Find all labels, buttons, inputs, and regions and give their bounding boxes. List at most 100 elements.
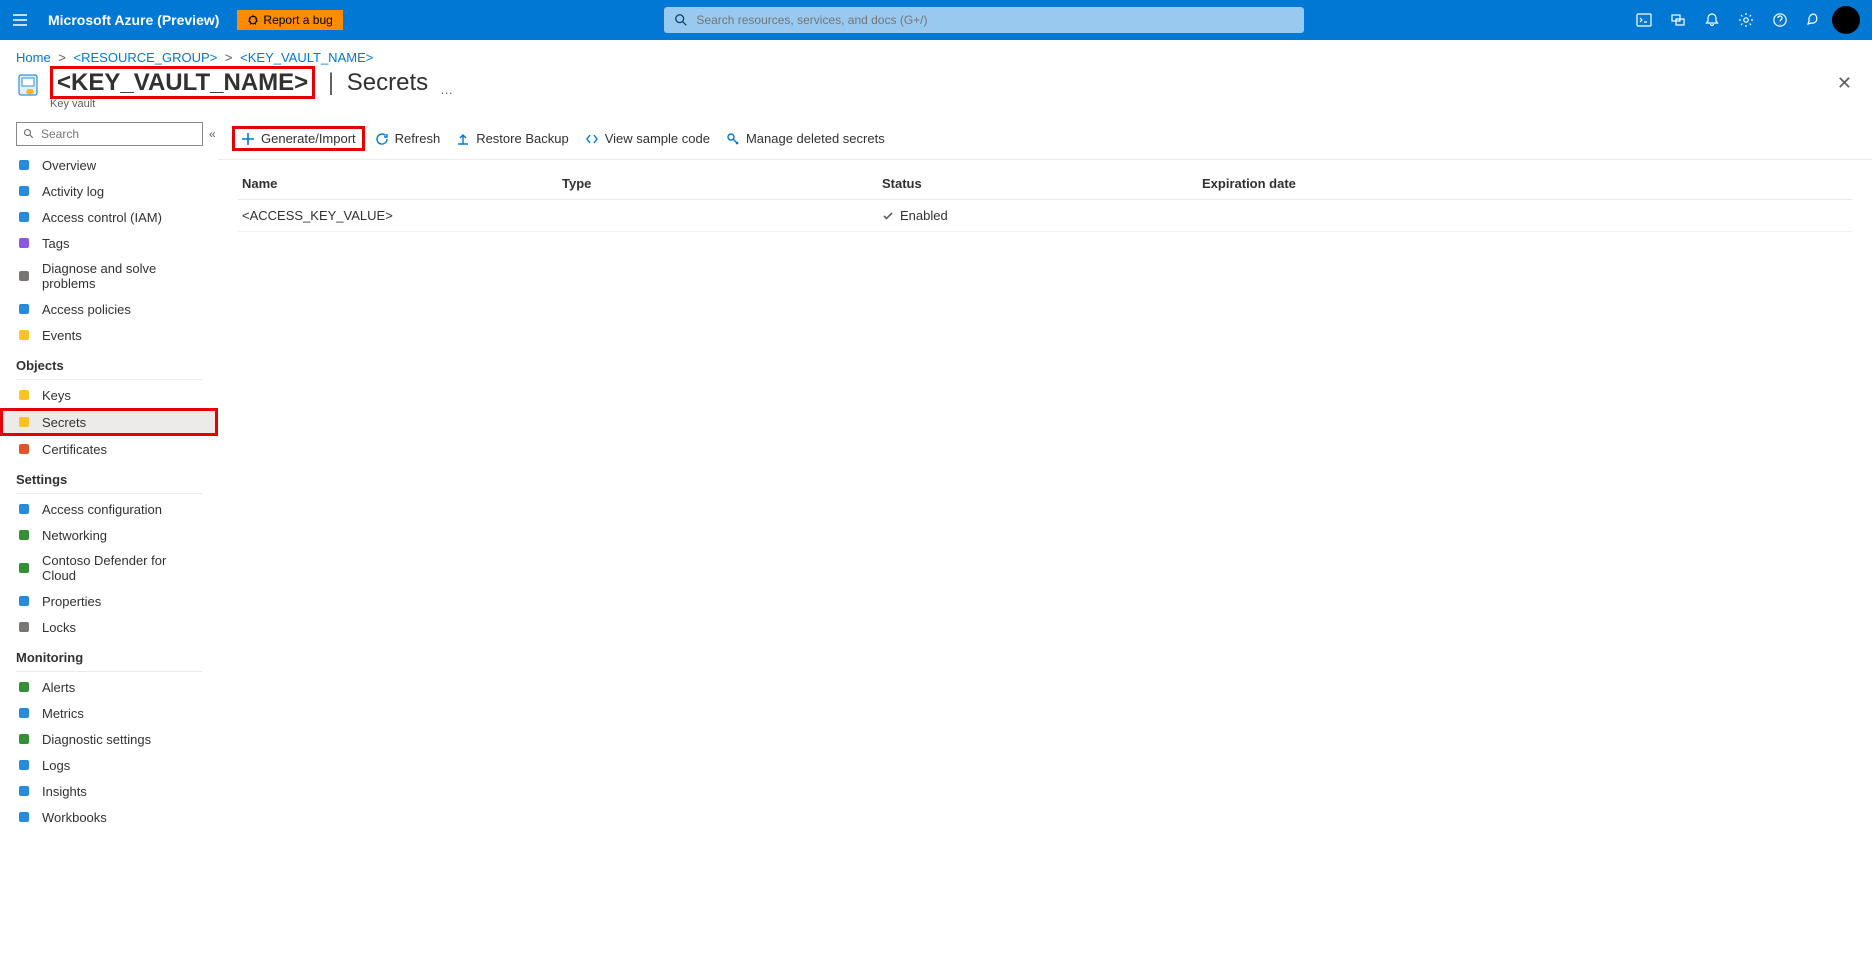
table-header: Name Type Status Expiration date xyxy=(238,168,1852,200)
breadcrumb: Home > <RESOURCE_GROUP> > <KEY_VAULT_NAM… xyxy=(0,40,1872,69)
report-bug-button[interactable]: Report a bug xyxy=(237,10,342,30)
sidebar-item-label: Access configuration xyxy=(42,502,162,517)
breadcrumb-sep: > xyxy=(225,50,233,65)
sidebar-item-label: Activity log xyxy=(42,184,104,199)
sidebar-item-access-configuration[interactable]: Access configuration xyxy=(0,496,218,522)
sidebar-item-label: Insights xyxy=(42,784,87,799)
sidebar-item-access-control-iam-[interactable]: Access control (IAM) xyxy=(0,204,218,230)
sidebar-item-logs[interactable]: Logs xyxy=(0,752,218,778)
settings-icon[interactable] xyxy=(1738,12,1754,28)
brand-label[interactable]: Microsoft Azure (Preview) xyxy=(48,12,219,28)
sidebar-item-events[interactable]: Events xyxy=(0,322,218,348)
sidebar-item-overview[interactable]: Overview xyxy=(0,152,218,178)
close-blade-icon[interactable]: ✕ xyxy=(1833,69,1856,98)
sidebar-item-secrets[interactable]: Secrets xyxy=(0,408,218,436)
command-bar: Generate/Import Refresh Restore Backup V… xyxy=(218,118,1872,160)
page-title-row: <KEY_VAULT_NAME> | Secrets Key vault … ✕ xyxy=(0,69,1872,118)
sidebar-item-insights[interactable]: Insights xyxy=(0,778,218,804)
breadcrumb-key-vault[interactable]: <KEY_VAULT_NAME> xyxy=(240,50,373,65)
hamburger-icon[interactable] xyxy=(12,12,32,28)
header-icon-tray xyxy=(1636,12,1822,28)
global-search-input[interactable] xyxy=(696,13,1294,27)
breadcrumb-resource-group[interactable]: <RESOURCE_GROUP> xyxy=(74,50,218,65)
overview-icon xyxy=(16,157,32,173)
sidebar-search[interactable] xyxy=(16,122,203,146)
diag-settings-icon xyxy=(16,731,32,747)
page-title-section: Secrets xyxy=(347,69,428,96)
properties-icon xyxy=(16,593,32,609)
sidebar-item-access-policies[interactable]: Access policies xyxy=(0,296,218,322)
sidebar-item-label: Events xyxy=(42,328,82,343)
search-icon xyxy=(23,128,35,140)
logs-icon xyxy=(16,757,32,773)
refresh-button[interactable]: Refresh xyxy=(375,131,441,146)
cell-status-label: Enabled xyxy=(900,208,948,223)
table-row[interactable]: <ACCESS_KEY_VALUE>Enabled xyxy=(238,200,1852,232)
col-header-name[interactable]: Name xyxy=(242,176,562,191)
sidebar-item-label: Access policies xyxy=(42,302,131,317)
col-header-type[interactable]: Type xyxy=(562,176,882,191)
sidebar-item-tags[interactable]: Tags xyxy=(0,230,218,256)
cell-status: Enabled xyxy=(882,208,1202,223)
report-bug-label: Report a bug xyxy=(263,13,332,27)
restore-backup-button[interactable]: Restore Backup xyxy=(456,131,569,146)
sidebar-item-certificates[interactable]: Certificates xyxy=(0,436,218,462)
title-more-icon[interactable]: … xyxy=(440,82,453,97)
cloud-shell-icon[interactable] xyxy=(1636,12,1652,28)
sidebar-item-label: Diagnose and solve problems xyxy=(42,261,202,291)
sidebar-item-contoso-defender-for-cloud[interactable]: Contoso Defender for Cloud xyxy=(0,548,218,588)
sidebar-search-input[interactable] xyxy=(41,127,196,141)
insights-icon xyxy=(16,783,32,799)
main-panel: Generate/Import Refresh Restore Backup V… xyxy=(218,118,1872,977)
restore-backup-label: Restore Backup xyxy=(476,131,569,146)
certificates-icon xyxy=(16,441,32,457)
sidebar-item-metrics[interactable]: Metrics xyxy=(0,700,218,726)
breadcrumb-home[interactable]: Home xyxy=(16,50,51,65)
manage-deleted-secrets-label: Manage deleted secrets xyxy=(746,131,885,146)
workbooks-icon xyxy=(16,809,32,825)
sidebar-item-properties[interactable]: Properties xyxy=(0,588,218,614)
sidebar-item-diagnostic-settings[interactable]: Diagnostic settings xyxy=(0,726,218,752)
sidebar-item-networking[interactable]: Networking xyxy=(0,522,218,548)
metrics-icon xyxy=(16,705,32,721)
key-icon xyxy=(726,132,740,146)
page-title: <KEY_VAULT_NAME> | Secrets xyxy=(50,69,428,97)
iam-icon xyxy=(16,209,32,225)
notifications-icon[interactable] xyxy=(1704,12,1720,28)
sidebar-item-label: Tags xyxy=(42,236,69,251)
global-search[interactable] xyxy=(664,7,1304,33)
view-sample-code-button[interactable]: View sample code xyxy=(585,131,710,146)
networking-icon xyxy=(16,527,32,543)
user-avatar[interactable] xyxy=(1832,6,1860,34)
check-icon xyxy=(882,210,894,222)
help-icon[interactable] xyxy=(1772,12,1788,28)
collapse-sidebar-icon[interactable]: « xyxy=(209,127,216,141)
sidebar-item-label: Overview xyxy=(42,158,96,173)
sidebar-item-locks[interactable]: Locks xyxy=(0,614,218,640)
col-header-expiration[interactable]: Expiration date xyxy=(1202,176,1848,191)
key-vault-resource-icon xyxy=(16,73,40,97)
sidebar-item-diagnose-and-solve-problems[interactable]: Diagnose and solve problems xyxy=(0,256,218,296)
sidebar-item-label: Diagnostic settings xyxy=(42,732,151,747)
nav-group-title: Monitoring xyxy=(0,640,218,669)
sidebar-item-workbooks[interactable]: Workbooks xyxy=(0,804,218,830)
generate-import-label: Generate/Import xyxy=(261,131,356,146)
col-header-status[interactable]: Status xyxy=(882,176,1202,191)
code-icon xyxy=(585,132,599,146)
sidebar-item-alerts[interactable]: Alerts xyxy=(0,674,218,700)
sidebar-item-label: Secrets xyxy=(42,415,86,430)
refresh-icon xyxy=(375,132,389,146)
sidebar-item-label: Workbooks xyxy=(42,810,107,825)
upload-icon xyxy=(456,132,470,146)
generate-import-button[interactable]: Generate/Import xyxy=(232,126,365,151)
keys-icon xyxy=(16,387,32,403)
feedback-icon[interactable] xyxy=(1806,12,1822,28)
tags-icon xyxy=(16,235,32,251)
sidebar-item-keys[interactable]: Keys xyxy=(0,382,218,408)
sidebar-item-label: Certificates xyxy=(42,442,107,457)
sidebar-item-activity-log[interactable]: Activity log xyxy=(0,178,218,204)
directories-icon[interactable] xyxy=(1670,12,1686,28)
activity-log-icon xyxy=(16,183,32,199)
sidebar-item-label: Contoso Defender for Cloud xyxy=(42,553,202,583)
manage-deleted-secrets-button[interactable]: Manage deleted secrets xyxy=(726,131,885,146)
